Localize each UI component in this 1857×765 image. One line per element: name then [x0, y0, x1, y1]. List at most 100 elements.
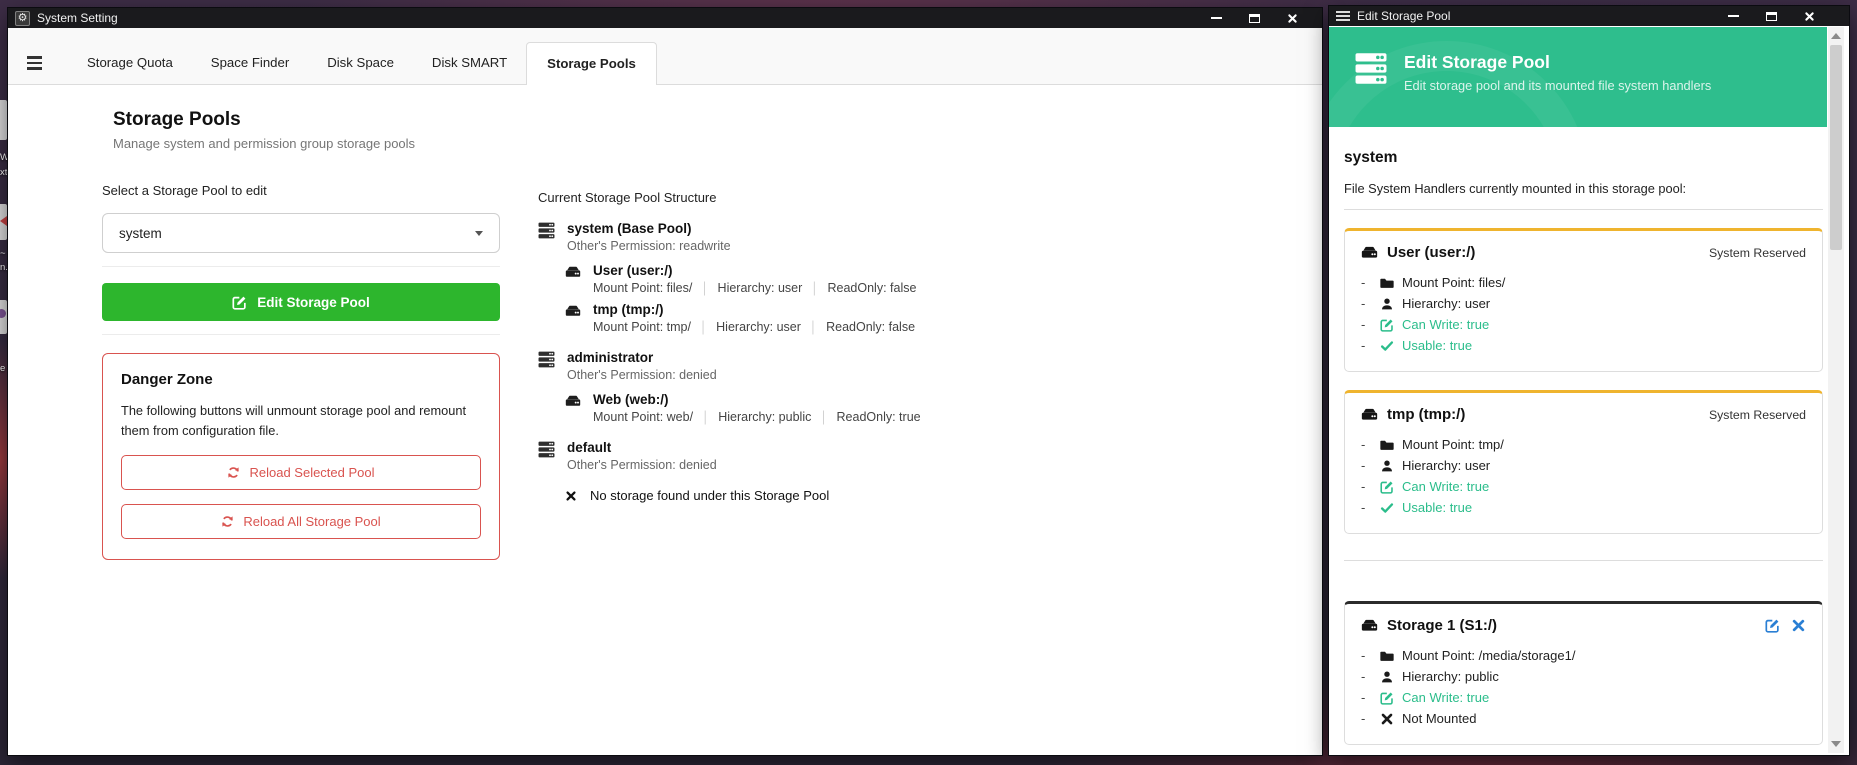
user-icon [1380, 459, 1394, 473]
reload-selected-pool-button[interactable]: Reload Selected Pool [121, 455, 481, 490]
edit-icon [232, 295, 247, 310]
tab-disk-smart[interactable]: Disk SMART [413, 41, 526, 84]
handler-name: User (user:/) [1387, 244, 1475, 261]
page-subtitle: Manage system and permission group stora… [113, 136, 415, 151]
check-icon [1380, 339, 1394, 353]
tab-storage-quota[interactable]: Storage Quota [68, 41, 192, 84]
system-reserved-badge: System Reserved [1709, 408, 1806, 422]
pool-name: system (Base Pool) [567, 221, 731, 236]
edit-handler-button[interactable] [1765, 618, 1780, 633]
desktop-icon-label: xt [0, 168, 7, 178]
storage-name: User (user:/) [593, 263, 916, 278]
selected-pool-value: system [119, 226, 162, 241]
pool-node-system: system (Base Pool) Other's Permission: r… [538, 221, 1138, 334]
user-icon [1380, 297, 1394, 311]
handler-detail-row: Mount Point: files/ [1361, 272, 1806, 293]
storage-node-tmp: tmp (tmp:/) Mount Point: tmp/Hierarchy: … [565, 302, 1138, 334]
scroll-up-icon[interactable] [1831, 33, 1841, 39]
storage-pool-select[interactable]: system [102, 213, 500, 253]
handler-detail-row: Mount Point: tmp/ [1361, 434, 1806, 455]
pool-node-administrator: administrator Other's Permission: denied… [538, 350, 1138, 424]
hdd-icon [565, 393, 581, 409]
danger-zone-title: Danger Zone [121, 371, 481, 388]
storage-details: Mount Point: web/Hierarchy: publicReadOn… [593, 410, 921, 424]
desktop-icon-label: ~ [0, 249, 6, 259]
x-icon [1380, 712, 1394, 726]
maximize-button[interactable] [1764, 9, 1778, 23]
handler-detail-row: Usable: true [1361, 497, 1806, 518]
danger-zone-card: Danger Zone The following buttons will u… [102, 353, 500, 560]
hdd-icon [1361, 617, 1378, 634]
edit-pool-titlebar[interactable]: Edit Storage Pool [1329, 6, 1849, 26]
server-icon [538, 222, 555, 239]
refresh-icon [227, 466, 240, 479]
select-pool-label: Select a Storage Pool to edit [102, 183, 500, 198]
system-setting-window: ⚙ System Setting Storage Quota Space Fin… [8, 8, 1322, 755]
pool-name-heading: system [1344, 149, 1823, 167]
pool-structure-column: Current Storage Pool Structure system (B… [538, 190, 1138, 503]
pool-permission: Other's Permission: readwrite [567, 239, 731, 253]
pool-permission: Other's Permission: denied [567, 458, 717, 472]
handler-card-storage1: Storage 1 (S1:/) Mount Point: /media/sto… [1344, 601, 1823, 745]
handler-name: tmp (tmp:/) [1387, 406, 1465, 423]
minimize-button[interactable] [1726, 9, 1740, 23]
server-icon [1353, 52, 1389, 85]
edit-storage-pool-button[interactable]: Edit Storage Pool [102, 283, 500, 321]
desktop-icon-label: n. [0, 263, 8, 273]
storage-details: Mount Point: files/Hierarchy: userReadOn… [593, 281, 916, 295]
hamburger-menu-button[interactable] [16, 42, 52, 84]
banner-subtitle: Edit storage pool and its mounted file s… [1404, 78, 1711, 93]
handler-detail-row: Not Mounted [1361, 708, 1806, 729]
desktop-icon[interactable] [0, 300, 7, 334]
handler-card-tmp: tmp (tmp:/) System Reserved Mount Point:… [1344, 390, 1823, 534]
storage-node-user: User (user:/) Mount Point: files/Hierarc… [565, 263, 1138, 295]
system-reserved-badge: System Reserved [1709, 246, 1806, 260]
banner-title: Edit Storage Pool [1404, 52, 1711, 73]
tab-disk-space[interactable]: Disk Space [308, 41, 413, 84]
scrollbar-thumb[interactable] [1830, 45, 1842, 250]
tabs: Storage Quota Space Finder Disk Space Di… [68, 41, 657, 84]
scrollbar[interactable] [1828, 27, 1844, 753]
desktop-icon[interactable] [0, 204, 7, 240]
gear-icon: ⚙ [15, 11, 30, 26]
divider [1344, 209, 1823, 210]
maximize-button[interactable] [1247, 11, 1261, 25]
edit-pool-content: Edit Storage Pool Edit storage pool and … [1329, 27, 1827, 755]
tab-space-finder[interactable]: Space Finder [192, 41, 308, 84]
close-button[interactable] [1285, 11, 1299, 25]
pool-name: administrator [567, 350, 717, 365]
storage-node-web: Web (web:/) Mount Point: web/Hierarchy: … [565, 392, 1138, 424]
list-icon [1336, 11, 1350, 21]
reload-all-storage-pool-button[interactable]: Reload All Storage Pool [121, 504, 481, 539]
tab-storage-pools[interactable]: Storage Pools [526, 42, 657, 85]
hdd-icon [1361, 406, 1378, 423]
edit-storage-pool-window: Edit Storage Pool Edit Storage Pool Edit… [1329, 6, 1849, 755]
hdd-icon [565, 264, 581, 280]
close-button[interactable] [1802, 9, 1816, 23]
handler-detail-row: Can Write: true [1361, 476, 1806, 497]
handler-detail-row: Can Write: true [1361, 314, 1806, 335]
storage-name: Web (web:/) [593, 392, 921, 407]
handlers-label: File System Handlers currently mounted i… [1344, 181, 1823, 196]
system-setting-titlebar[interactable]: ⚙ System Setting [8, 8, 1322, 28]
x-icon [565, 490, 577, 502]
desktop-icon[interactable] [0, 100, 7, 140]
divider [1344, 560, 1823, 561]
window-title: System Setting [37, 11, 118, 25]
hdd-icon [565, 303, 581, 319]
handler-name: Storage 1 (S1:/) [1387, 617, 1497, 634]
folder-icon [1380, 276, 1394, 290]
scroll-down-icon[interactable] [1831, 741, 1841, 747]
edit-icon [1380, 318, 1394, 332]
remove-handler-button[interactable] [1791, 618, 1806, 633]
hdd-icon [1361, 244, 1378, 261]
desktop: W xt ~ n. e ⚙ System Setting Storage Quo… [0, 0, 1857, 765]
pool-permission: Other's Permission: denied [567, 368, 717, 382]
handler-detail-row: Usable: true [1361, 335, 1806, 356]
pool-node-default: default Other's Permission: denied No st… [538, 440, 1138, 503]
edit-pool-banner: Edit Storage Pool Edit storage pool and … [1329, 27, 1827, 127]
pool-name: default [567, 440, 717, 455]
empty-pool-message: No storage found under this Storage Pool [565, 488, 1138, 503]
minimize-button[interactable] [1209, 11, 1223, 25]
folder-icon [1380, 438, 1394, 452]
